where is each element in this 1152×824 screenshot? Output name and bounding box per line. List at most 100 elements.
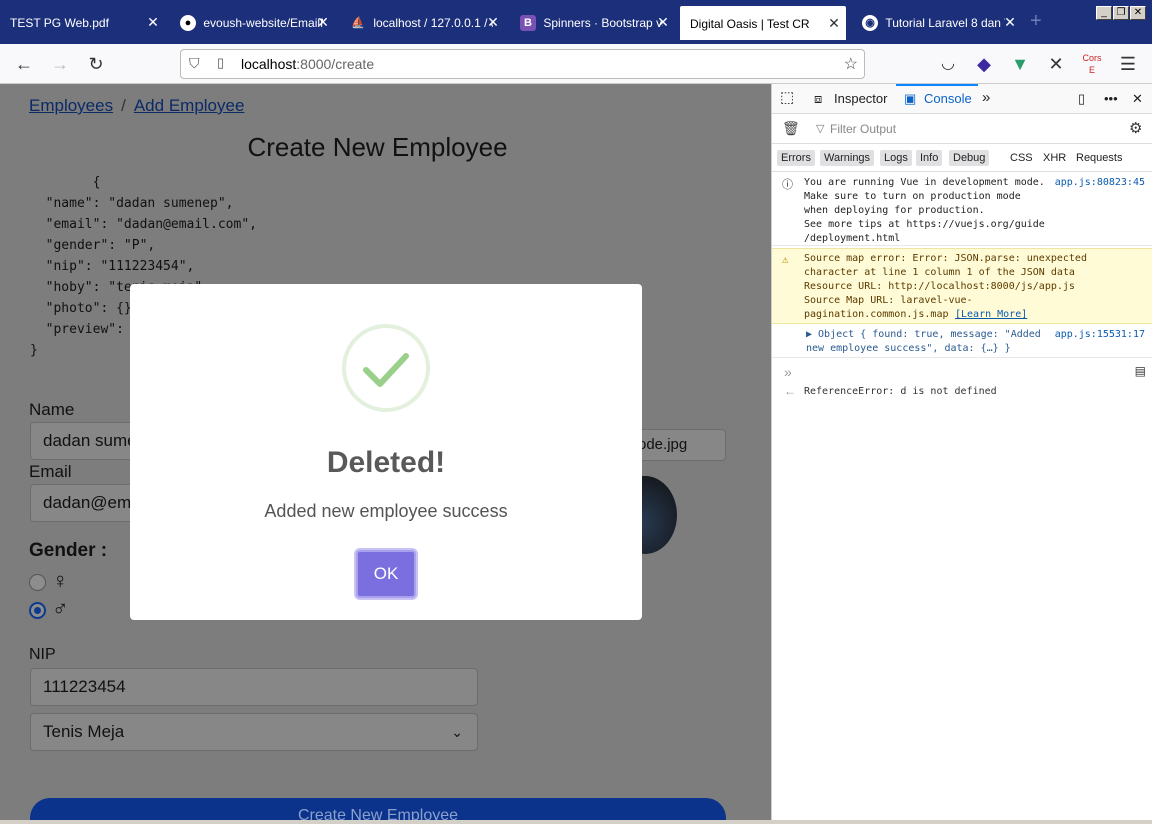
minimize-icon[interactable]: _ xyxy=(1096,6,1112,20)
navigation-bar: ← → ↻ ⛉ ▯ localhost:8000/create ☆ ◡ ◆ ▼ … xyxy=(0,44,1152,84)
vue-devtools-icon[interactable]: ▼ xyxy=(1008,52,1032,76)
console-error-result: ReferenceError: d is not defined xyxy=(804,386,997,397)
tab-inspector[interactable]: Inspector xyxy=(834,91,887,106)
tab-bootstrap[interactable]: B Spinners · Bootstrap v5 ✕ xyxy=(510,4,675,40)
active-tab-indicator xyxy=(896,84,978,86)
console-categories: Errors Warnings Logs Info Debug CSS XHR … xyxy=(772,144,1152,172)
tab-phpmyadmin[interactable]: ⛵ localhost / 127.0.0.1 / d ✕ xyxy=(340,4,505,40)
bootstrap-icon: B xyxy=(520,14,536,31)
email-label: Email xyxy=(29,462,72,481)
bookmark-star-icon[interactable]: ☆ xyxy=(844,54,858,74)
ok-button[interactable]: OK xyxy=(356,550,416,598)
more-tabs-icon[interactable]: » xyxy=(982,89,990,106)
warning-icon: ⚠ xyxy=(782,253,789,266)
message-source-link[interactable]: app.js:15531:17 xyxy=(1055,328,1145,342)
tab-pdf[interactable]: TEST PG Web.pdf ✕ xyxy=(0,4,165,40)
element-picker-icon[interactable]: ⬚ xyxy=(780,88,794,106)
filter-logs[interactable]: Logs xyxy=(880,150,912,166)
close-icon[interactable]: ✕ xyxy=(485,4,501,40)
name-label: Name xyxy=(29,400,75,419)
message-text: ▶ Object { found: true, message: "Added … xyxy=(806,329,1041,354)
breadcrumb-employees-link[interactable]: Employees xyxy=(29,96,113,115)
hobby-select[interactable]: Tenis Meja ⌄ xyxy=(30,713,478,751)
close-icon[interactable]: ✕ xyxy=(1002,4,1018,40)
trash-icon[interactable]: 🗑 xyxy=(782,120,800,137)
breadcrumb-add-employee-link[interactable]: Add Employee xyxy=(134,96,245,115)
close-icon[interactable]: ✕ xyxy=(826,6,842,40)
shield-icon[interactable]: ⛉ xyxy=(189,55,200,72)
forward-icon[interactable]: → xyxy=(48,52,72,76)
male-icon: ♂ xyxy=(52,596,69,621)
filter-requests[interactable]: Requests xyxy=(1072,150,1126,166)
chevron-down-icon: ⌄ xyxy=(451,724,463,740)
close-icon[interactable]: ✕ xyxy=(145,4,161,40)
filter-css[interactable]: CSS xyxy=(1006,150,1037,166)
console-input-prompt[interactable]: » xyxy=(784,364,792,380)
window-controls: _ ❐ ✕ xyxy=(1095,2,1146,20)
extension-icon[interactable]: ◆ xyxy=(972,52,996,76)
breadcrumb-separator: / xyxy=(121,96,126,115)
tab-label: TEST PG Web.pdf xyxy=(10,15,109,30)
learn-more-link[interactable]: [Learn More] xyxy=(955,308,1027,322)
json-line: { xyxy=(30,175,101,190)
filter-errors[interactable]: Errors xyxy=(777,150,815,166)
breadcrumb: Employees / Add Employee xyxy=(29,96,244,116)
new-tab-button[interactable]: + xyxy=(1030,10,1042,33)
menu-icon[interactable]: ☰ xyxy=(1116,52,1140,76)
filter-xhr[interactable]: XHR xyxy=(1039,150,1070,166)
pocket-icon[interactable]: ◡ xyxy=(936,52,960,76)
json-line: "email": "dadan@email.com", xyxy=(30,217,257,232)
github-icon: ● xyxy=(180,14,196,31)
tab-label: Digital Oasis | Test CRUD xyxy=(690,16,810,31)
reload-icon[interactable]: ↻ xyxy=(84,52,108,76)
dialog-message: Added new employee success xyxy=(264,501,508,521)
cors-extension-icon[interactable]: Cors E xyxy=(1080,52,1104,76)
responsive-mode-icon[interactable]: ▯ xyxy=(1078,91,1085,107)
tab-console[interactable]: Console xyxy=(924,91,972,106)
message-source-link[interactable]: app.js:80823:45 xyxy=(1055,176,1145,190)
gender-label: Gender : xyxy=(29,540,108,561)
window-bottom-border xyxy=(0,820,1152,824)
tab-active-crud[interactable]: Digital Oasis | Test CRUD ✕ xyxy=(680,6,846,40)
url-text[interactable]: localhost:8000/create xyxy=(241,56,374,72)
result-arrow-icon: ← xyxy=(784,384,796,398)
filter-debug[interactable]: Debug xyxy=(949,150,990,166)
x-extension-icon[interactable]: ✕ xyxy=(1044,52,1068,76)
message-text: You are running Vue in development mode.… xyxy=(804,177,1045,244)
close-icon[interactable]: ✕ xyxy=(655,4,671,40)
console-message-info: ⓘ You are running Vue in development mod… xyxy=(772,174,1152,246)
url-bar[interactable]: ⛉ ▯ localhost:8000/create ☆ xyxy=(180,49,865,79)
gear-icon[interactable]: ⚙ xyxy=(1129,119,1142,137)
filter-output-input[interactable]: Filter Output xyxy=(830,122,896,136)
tab-github[interactable]: ● evoush-website/EmailN ✕ xyxy=(170,4,335,40)
json-line: "nip": "111223454", xyxy=(30,259,195,274)
gender-male-radio[interactable] xyxy=(29,602,46,619)
json-line: } xyxy=(30,343,38,358)
page-info-icon[interactable]: ▯ xyxy=(217,55,224,71)
nip-label: NIP xyxy=(29,646,56,663)
tab-label: Spinners · Bootstrap v5 xyxy=(543,15,664,30)
url-path: :8000/create xyxy=(296,56,375,72)
json-line: "photo": {}, xyxy=(30,301,140,316)
page-title: Create New Employee xyxy=(247,132,508,162)
console-filter-bar: 🗑 ▽ Filter Output ⚙ xyxy=(772,114,1152,144)
back-icon[interactable]: ← xyxy=(12,52,36,76)
nip-field[interactable]: 111223454 xyxy=(30,668,478,706)
split-console-icon[interactable]: ▤ xyxy=(1135,364,1146,378)
console-message-warning: ⚠ Source map error: Error: JSON.parse: u… xyxy=(772,248,1152,324)
restore-icon[interactable]: ❐ xyxy=(1113,6,1129,20)
tab-laravel[interactable]: ◉ Tutorial Laravel 8 dan V ✕ xyxy=(852,4,1022,40)
success-check-icon xyxy=(342,324,430,412)
console-message-log[interactable]: ▶ Object { found: true, message: "Added … xyxy=(772,326,1152,358)
close-window-icon[interactable]: ✕ xyxy=(1130,6,1146,20)
tab-bar: TEST PG Web.pdf ✕ ● evoush-website/Email… xyxy=(0,0,1152,44)
laravel-icon: ◉ xyxy=(862,14,878,31)
close-devtools-icon[interactable]: ✕ xyxy=(1132,91,1143,107)
filter-warnings[interactable]: Warnings xyxy=(820,150,875,166)
filter-info[interactable]: Info xyxy=(916,150,943,166)
options-menu-icon[interactable]: ••• xyxy=(1104,91,1118,106)
console-icon: ▣ xyxy=(904,91,917,106)
tab-label: Tutorial Laravel 8 dan V xyxy=(885,15,1006,30)
close-icon[interactable]: ✕ xyxy=(315,4,331,40)
gender-female-radio[interactable] xyxy=(29,574,46,591)
